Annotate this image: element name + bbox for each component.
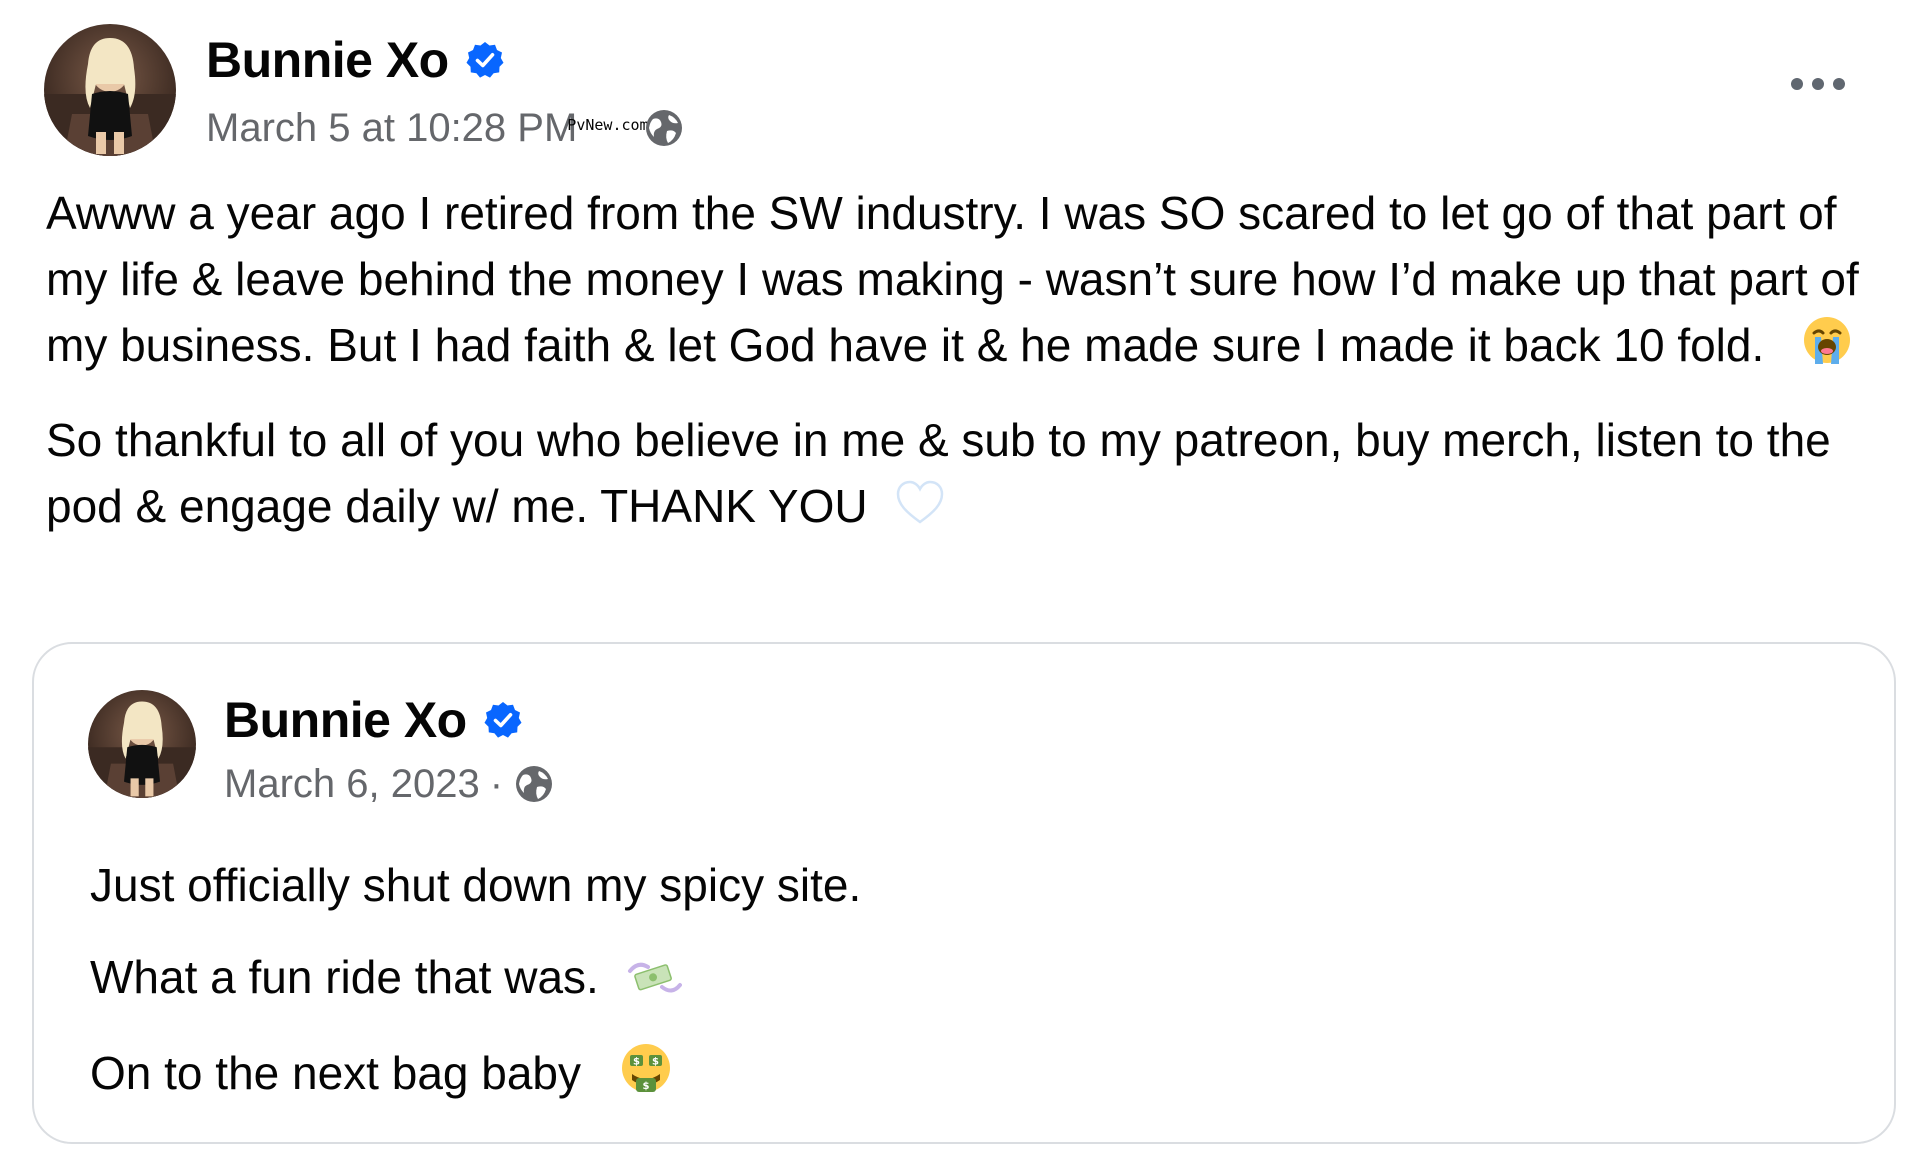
shared-post-header: Bunnie Xo March 6, 2023 · bbox=[88, 690, 555, 812]
shared-post-card[interactable]: Bunnie Xo March 6, 2023 · Just officiall… bbox=[32, 642, 1896, 1144]
author-name[interactable]: Bunnie Xo bbox=[206, 31, 449, 89]
loudly-crying-face-emoji bbox=[1801, 314, 1853, 383]
shared-author-row: Bunnie Xo bbox=[224, 690, 555, 750]
post-header: Bunnie Xo March 5 at 10:28 PM PvNew.com bbox=[44, 24, 685, 156]
timestamp-separator: · bbox=[489, 761, 504, 806]
facebook-post: Bunnie Xo March 5 at 10:28 PM PvNew.com bbox=[0, 0, 1920, 1174]
post-timestamp[interactable]: March 5 at 10:28 PM bbox=[206, 106, 577, 151]
verified-badge-icon bbox=[465, 40, 505, 80]
shared-timestamp-row: March 6, 2023 · bbox=[224, 756, 555, 812]
svg-text:$: $ bbox=[652, 1057, 659, 1068]
globe-icon bbox=[513, 763, 555, 805]
globe-icon bbox=[643, 107, 685, 149]
more-options-icon bbox=[1791, 78, 1845, 90]
shared-post-timestamp[interactable]: March 6, 2023 bbox=[224, 762, 480, 807]
shared-post-meta: Bunnie Xo March 6, 2023 · bbox=[224, 690, 555, 812]
line-text: On to the next bag baby bbox=[90, 1046, 582, 1099]
shared-author-avatar[interactable] bbox=[88, 690, 196, 798]
shared-author-name[interactable]: Bunnie Xo bbox=[224, 691, 467, 749]
paragraph-text: Awww a year ago I retired from the SW in… bbox=[46, 187, 1859, 371]
shared-post-line: What a fun ride that was. bbox=[90, 944, 1850, 1014]
shared-post-body: Just officially shut down my spicy site.… bbox=[90, 852, 1850, 1139]
money-mouth-face-emoji: $ $ $ bbox=[618, 1040, 674, 1113]
verified-badge-icon bbox=[483, 700, 523, 740]
post-body: Awww a year ago I retired from the SW in… bbox=[46, 180, 1896, 569]
watermark-text: PvNew.com bbox=[567, 116, 649, 134]
flying-money-emoji bbox=[626, 948, 682, 1014]
post-meta: Bunnie Xo March 5 at 10:28 PM PvNew.com bbox=[206, 24, 685, 156]
author-avatar[interactable] bbox=[44, 24, 176, 156]
shared-post-line: Just officially shut down my spicy site. bbox=[90, 852, 1850, 918]
author-row: Bunnie Xo bbox=[206, 30, 685, 90]
svg-text:$: $ bbox=[633, 1057, 640, 1068]
post-paragraph: So thankful to all of you who believe in… bbox=[46, 407, 1896, 544]
more-options-button[interactable] bbox=[1780, 64, 1856, 104]
line-text: Just officially shut down my spicy site. bbox=[90, 859, 862, 911]
line-text: What a fun ride that was. bbox=[90, 951, 599, 1003]
timestamp-row: March 5 at 10:28 PM PvNew.com bbox=[206, 100, 685, 156]
post-paragraph: Awww a year ago I retired from the SW in… bbox=[46, 180, 1896, 383]
svg-text:$: $ bbox=[642, 1081, 649, 1092]
white-heart-emoji bbox=[894, 476, 946, 545]
shared-post-line: On to the next bag baby $ $ $ bbox=[90, 1040, 1850, 1113]
